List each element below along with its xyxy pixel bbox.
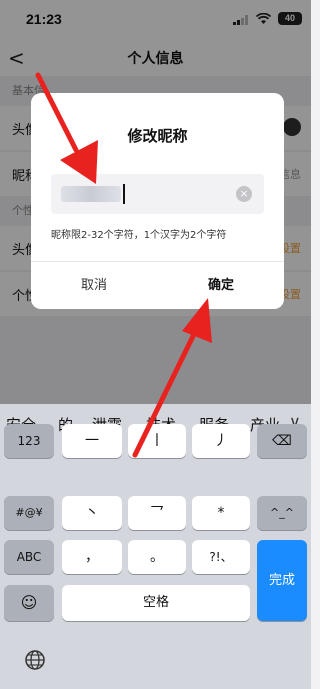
stroke-key-vertical[interactable]: 丨 [128,424,186,458]
space-key[interactable]: 空格 [62,585,250,621]
stroke-key-horizontal[interactable]: 一 [62,424,122,458]
clear-icon[interactable]: × [236,186,252,202]
symbols-key[interactable]: #@¥ [4,496,54,530]
done-button[interactable]: 完成 [257,540,307,621]
globe-icon[interactable] [24,649,46,671]
comma-key[interactable]: ， [62,540,122,574]
divider [31,261,284,262]
punctuation-key[interactable]: ?!、 [192,540,250,574]
numbers-key[interactable]: 123 [4,424,54,458]
period-key[interactable]: 。 [128,540,186,574]
blurred-nickname-text [61,186,121,202]
confirm-button[interactable]: 确定 [158,263,284,309]
nickname-input[interactable]: × [51,174,264,214]
nickname-hint: 昵称限2-32个字符，1个汉字为2个字符 [51,230,227,241]
edit-nickname-dialog: 修改昵称 × 昵称限2-32个字符，1个汉字为2个字符 取消 确定 [31,93,284,309]
delete-icon[interactable]: ⌫ [257,424,307,458]
text-caret [123,184,125,204]
stroke-key-left-falling[interactable]: 丿 [192,424,250,458]
stroke-key-dot[interactable]: 丶 [62,496,122,530]
cancel-button[interactable]: 取消 [31,263,157,309]
dialog-title: 修改昵称 [127,127,188,145]
abc-key[interactable]: ABC [4,540,54,574]
keyboard: 安全 的 泄露 技术 服务 产业 ∨ 123 一 丨 丿 ⌫ #@¥ 丶 乛 *… [0,404,311,689]
wildcard-key[interactable]: * [192,496,250,530]
emoticon-key[interactable]: ^_^ [257,496,307,530]
emoji-icon[interactable]: ☺ [4,585,54,621]
stroke-key-turning[interactable]: 乛 [128,496,186,530]
